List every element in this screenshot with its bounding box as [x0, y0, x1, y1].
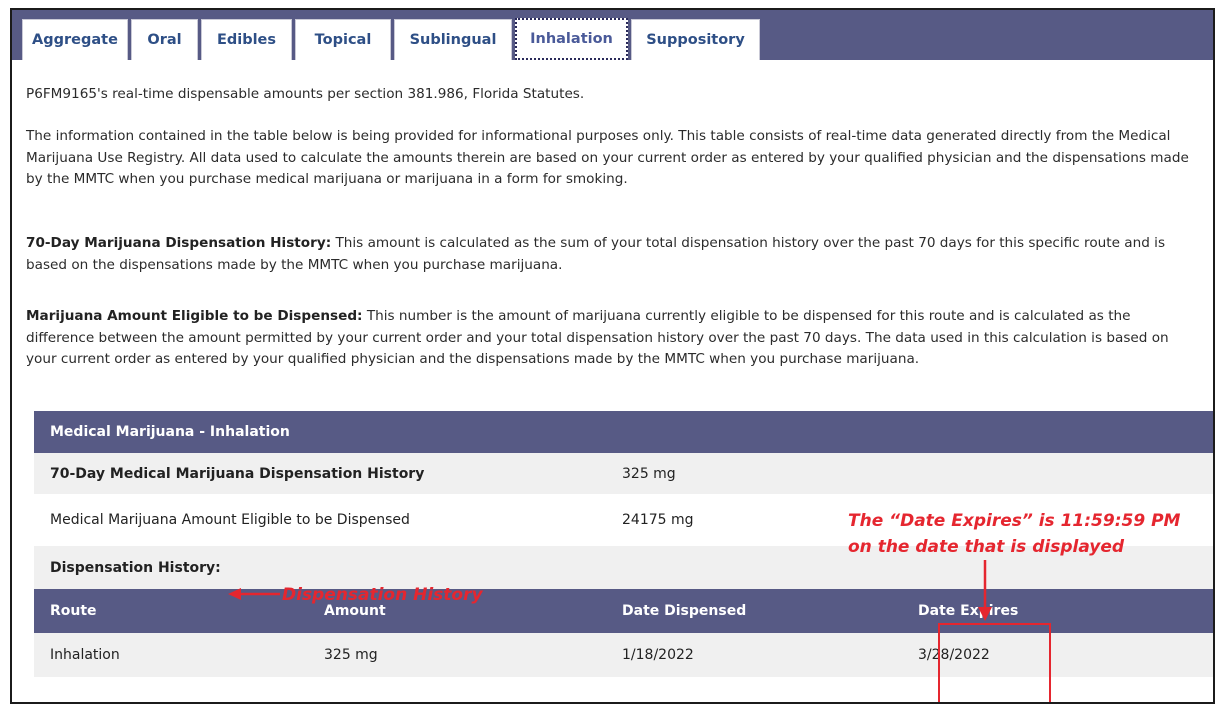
date-expires-highlight-box — [938, 623, 1051, 702]
tab-suppository[interactable]: Suppository — [631, 19, 760, 60]
amount-cell: 325 mg — [324, 647, 378, 663]
dispensation-history-label: Dispensation History: — [50, 559, 221, 576]
table-title: Medical Marijuana - Inhalation — [34, 411, 1213, 453]
tab-content: P6FM9165's real-time dispensable amounts… — [12, 60, 1213, 702]
tab-inhalation[interactable]: Inhalation — [515, 18, 628, 60]
tab-edibles[interactable]: Edibles — [201, 19, 292, 60]
eligible-definition-paragraph: Marijuana Amount Eligible to be Dispense… — [26, 306, 1201, 371]
tab-sublingual[interactable]: Sublingual — [394, 19, 512, 60]
column-header-route: Route — [50, 603, 97, 619]
dispensation-history-callout: Dispensation History — [282, 585, 483, 605]
tab-topical[interactable]: Topical — [295, 19, 391, 60]
date-expires-note-line1: The “Date Expires” is 11:59:59 PM — [848, 511, 1181, 531]
patient-amounts-heading: P6FM9165's real-time dispensable amounts… — [26, 86, 585, 102]
history-row-label: 70-Day Medical Marijuana Dispensation Hi… — [50, 465, 425, 482]
dispensable-amounts-panel: Aggregate Oral Edibles Topical Sublingua… — [10, 8, 1215, 704]
date-expires-note-line2: on the date that is displayed — [848, 537, 1125, 557]
column-header-date-dispensed: Date Dispensed — [622, 603, 747, 619]
disclaimer-paragraph: The information contained in the table b… — [26, 128, 1189, 187]
tab-aggregate[interactable]: Aggregate — [22, 19, 128, 60]
history-definition-paragraph: 70-Day Marijuana Dispensation History: T… — [26, 233, 1201, 276]
tab-oral[interactable]: Oral — [131, 19, 198, 60]
route-tab-bar: Aggregate Oral Edibles Topical Sublingua… — [12, 10, 1213, 60]
history-term: 70-Day Marijuana Dispensation History: — [26, 235, 332, 251]
table-row: 70-Day Medical Marijuana Dispensation Hi… — [34, 453, 1213, 494]
eligible-row-value: 24175 mg — [622, 512, 694, 528]
route-cell: Inhalation — [50, 647, 120, 663]
eligible-term: Marijuana Amount Eligible to be Dispense… — [26, 308, 363, 324]
eligible-row-label: Medical Marijuana Amount Eligible to be … — [50, 512, 410, 528]
history-row-value: 325 mg — [622, 465, 676, 482]
date-dispensed-cell: 1/18/2022 — [622, 647, 694, 663]
